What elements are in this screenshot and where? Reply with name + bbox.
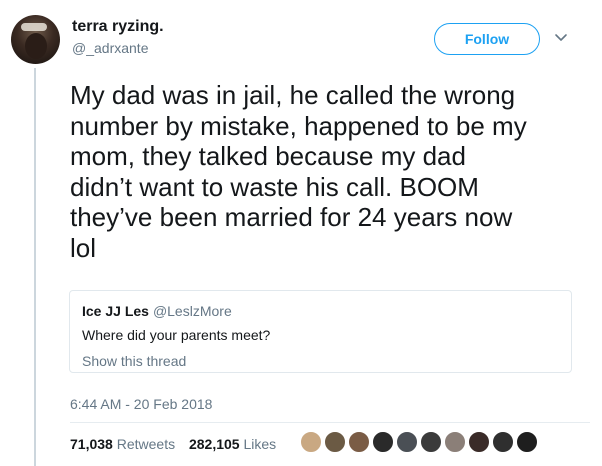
user-handle[interactable]: @_adrxante bbox=[72, 40, 148, 56]
avatar[interactable] bbox=[11, 15, 60, 64]
quoted-tweet-handle: @LeslzMore bbox=[152, 303, 232, 319]
liker-avatar[interactable] bbox=[420, 431, 442, 453]
quoted-tweet[interactable]: Ice JJ Les @LeslzMore Where did your pare… bbox=[69, 290, 572, 373]
chevron-down-icon[interactable] bbox=[554, 31, 568, 45]
timestamp[interactable]: 6:44 AM - 20 Feb 2018 bbox=[70, 396, 212, 412]
liker-avatar[interactable] bbox=[396, 431, 418, 453]
liker-avatar[interactable] bbox=[300, 431, 322, 453]
liker-avatar[interactable] bbox=[492, 431, 514, 453]
divider bbox=[70, 422, 590, 423]
liker-avatar[interactable] bbox=[468, 431, 490, 453]
likes-label[interactable]: Likes bbox=[243, 436, 276, 452]
avatar-highlight bbox=[21, 23, 47, 31]
quoted-tweet-text: Where did your parents meet? bbox=[82, 327, 271, 343]
show-thread-link[interactable]: Show this thread bbox=[82, 353, 559, 369]
quoted-tweet-name: Ice JJ Les bbox=[82, 303, 149, 319]
follow-button[interactable]: Follow bbox=[434, 23, 540, 55]
retweets-count[interactable]: 71,038 bbox=[70, 436, 113, 452]
thread-line bbox=[34, 68, 36, 466]
likes-count[interactable]: 282,105 bbox=[189, 436, 240, 452]
liker-avatar[interactable] bbox=[348, 431, 370, 453]
retweets-label[interactable]: Retweets bbox=[117, 436, 175, 452]
liker-avatar[interactable] bbox=[372, 431, 394, 453]
liker-avatar[interactable] bbox=[324, 431, 346, 453]
display-name[interactable]: terra ryzing. bbox=[72, 18, 164, 36]
liker-avatars bbox=[300, 431, 540, 455]
liker-avatar[interactable] bbox=[444, 431, 466, 453]
tweet-stats: 71,038 Retweets 282,105 Likes bbox=[70, 436, 276, 452]
tweet-text: My dad was in jail, he called the wrong … bbox=[70, 80, 527, 263]
avatar-face bbox=[25, 33, 47, 59]
liker-avatar[interactable] bbox=[516, 431, 538, 453]
